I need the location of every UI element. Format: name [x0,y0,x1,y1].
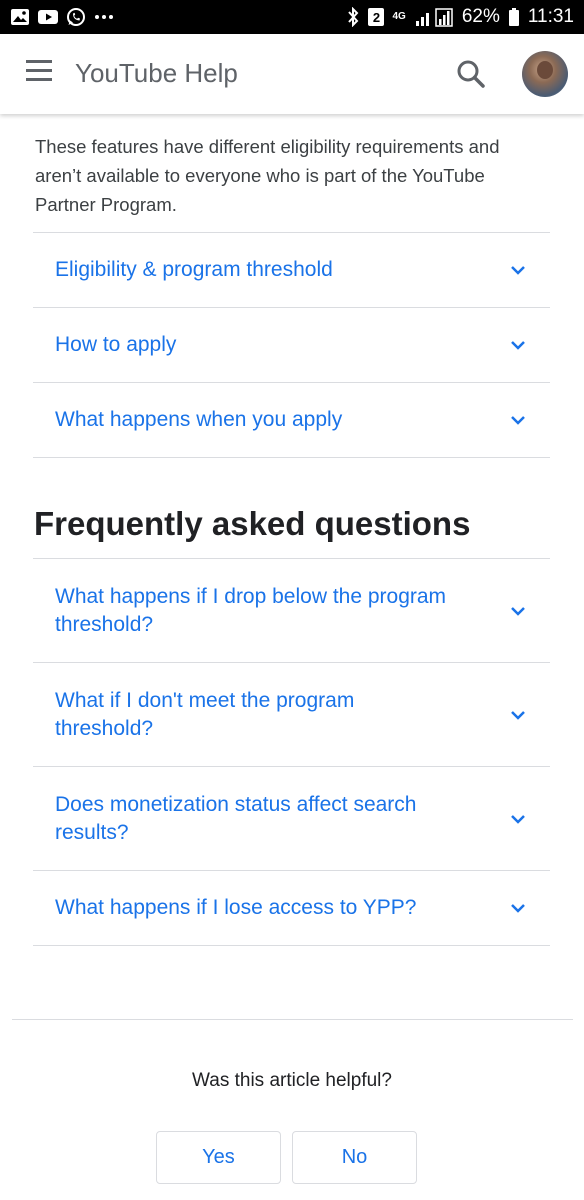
accordion-item-eligibility[interactable]: Eligibility & program threshold [33,232,550,307]
faq-item-label: What happens if I drop below the program… [55,584,447,636]
faq-item-label: What if I don't meet the program thresho… [55,688,355,740]
search-icon [457,60,485,88]
feedback-divider [12,1019,573,1020]
faq-item-label: What happens if I lose access to YPP? [55,896,417,919]
youtube-icon [38,9,58,25]
status-right: 2 4G 62% 11:31 [346,6,574,28]
chevron-down-icon [511,341,525,350]
chevron-down-icon [511,606,525,616]
faq-item-drop-below[interactable]: What happens if I drop below the program… [33,558,550,662]
faq-item-lose-access[interactable]: What happens if I lose access to YPP? [33,870,550,946]
chevron-down-icon [511,710,525,720]
signal-icon [414,7,454,27]
avatar[interactable] [522,51,568,97]
no-button[interactable]: No [292,1131,417,1184]
intro-paragraph: These features have different eligibilit… [35,136,500,215]
helpful-question: Was this article helpful? [192,1070,392,1091]
sim-badge: 2 [368,8,385,26]
status-left [10,7,114,27]
chevron-down-icon [511,904,525,913]
accordion-item-what-happens[interactable]: What happens when you apply [33,382,550,458]
status-bar: 2 4G 62% 11:31 [0,0,584,34]
bluetooth-icon [346,7,360,27]
faq-item-label: Does monetization status affect search r… [55,792,417,844]
faq-heading: Frequently asked questions [34,505,471,542]
app-bar: YouTube Help [0,34,584,114]
menu-icon-bar [26,69,52,72]
chevron-down-icon [511,266,525,275]
network-type: 4G [392,11,406,22]
menu-button[interactable] [24,60,54,88]
page-title[interactable]: YouTube Help [75,58,238,89]
faq-item-monetization-search[interactable]: Does monetization status affect search r… [33,766,550,870]
accordion-item-label: How to apply [55,333,177,356]
whatsapp-icon [66,7,86,27]
feature-accordion: Eligibility & program threshold How to a… [33,232,550,458]
menu-icon-bar [26,60,52,63]
accordion-item-label: What happens when you apply [55,408,343,431]
battery-icon [508,7,520,27]
yes-button[interactable]: Yes [156,1131,281,1184]
more-notifications-icon [94,14,114,20]
menu-icon-bar [26,78,52,81]
accordion-item-label: Eligibility & program threshold [55,258,333,281]
search-button[interactable] [455,58,487,90]
chevron-down-icon [511,416,525,425]
battery-percent: 62% [461,6,500,27]
faq-accordion: What happens if I drop below the program… [33,558,550,946]
clock: 11:31 [527,6,574,27]
gallery-icon [10,8,30,26]
accordion-item-how-to-apply[interactable]: How to apply [33,307,550,382]
chevron-down-icon [511,814,525,824]
faq-item-dont-meet[interactable]: What if I don't meet the program thresho… [33,662,550,766]
